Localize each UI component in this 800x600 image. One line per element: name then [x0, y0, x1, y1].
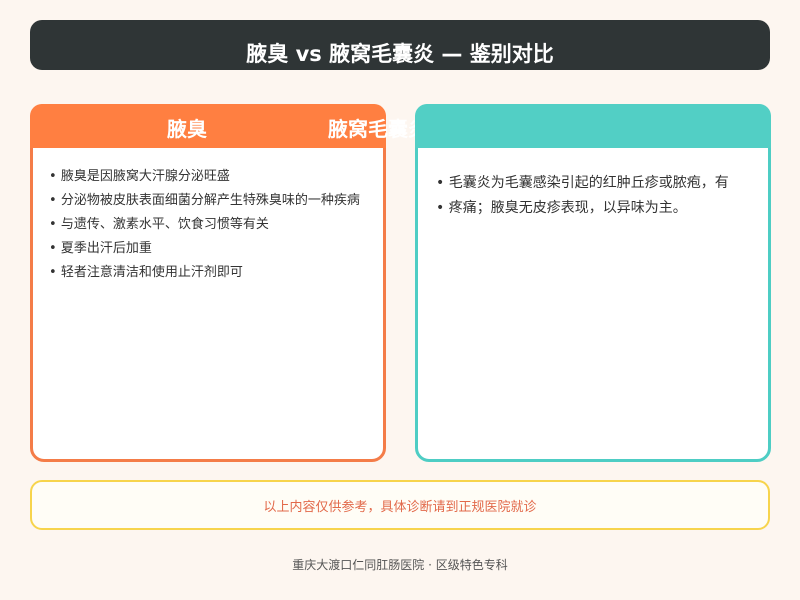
list-item: 与遗传、激素水平、饮食习惯等有关 [49, 217, 383, 233]
list-item: 轻者注意清洁和使用止汗剂即可 [49, 265, 383, 281]
page-title: 腋臭 vs 腋窝毛囊炎 — 鉴别对比 [246, 42, 554, 66]
disclaimer-box: 以上内容仅供参考，具体诊断请到正规医院就诊 [30, 480, 770, 530]
right-card-line: • 疼痛；腋臭无皮疹表现，以异味为主。 [436, 200, 687, 216]
disclaimer-text: 以上内容仅供参考，具体诊断请到正规医院就诊 [263, 499, 537, 515]
right-card-text: • 毛囊炎为毛囊感染引起的红肿丘疹或脓疱，有 • 疼痛；腋臭无皮疹表现，以异味为… [436, 171, 768, 221]
right-card-header [415, 104, 771, 148]
right-card-title-overflow: 腋窝毛囊炎 [328, 117, 428, 141]
footer-credit: 重庆大渡口仁同肛肠医院 · 区级特色专科 [292, 558, 508, 572]
left-card: 腋臭 腋窝毛囊炎 腋臭是因腋窝大汗腺分泌旺盛 分泌物被皮肤表面细菌分解产生特殊臭… [30, 104, 428, 462]
list-item: 腋臭是因腋窝大汗腺分泌旺盛 [49, 169, 383, 185]
right-card-line: • 毛囊炎为毛囊感染引起的红肿丘疹或脓疱，有 [436, 175, 729, 191]
page-title-bar: 腋臭 vs 腋窝毛囊炎 — 鉴别对比 [30, 20, 770, 70]
list-item: 分泌物被皮肤表面细菌分解产生特殊臭味的一种疾病 [49, 193, 383, 209]
right-card: • 毛囊炎为毛囊感染引起的红肿丘疹或脓疱，有 • 疼痛；腋臭无皮疹表现，以异味为… [415, 104, 771, 462]
left-card-header: 腋臭 腋窝毛囊炎 [30, 104, 428, 148]
list-item: 夏季出汗后加重 [49, 241, 383, 257]
left-card-list: 腋臭是因腋窝大汗腺分泌旺盛 分泌物被皮肤表面细菌分解产生特殊臭味的一种疾病 与遗… [49, 169, 383, 289]
left-card-title: 腋臭 [167, 117, 207, 141]
